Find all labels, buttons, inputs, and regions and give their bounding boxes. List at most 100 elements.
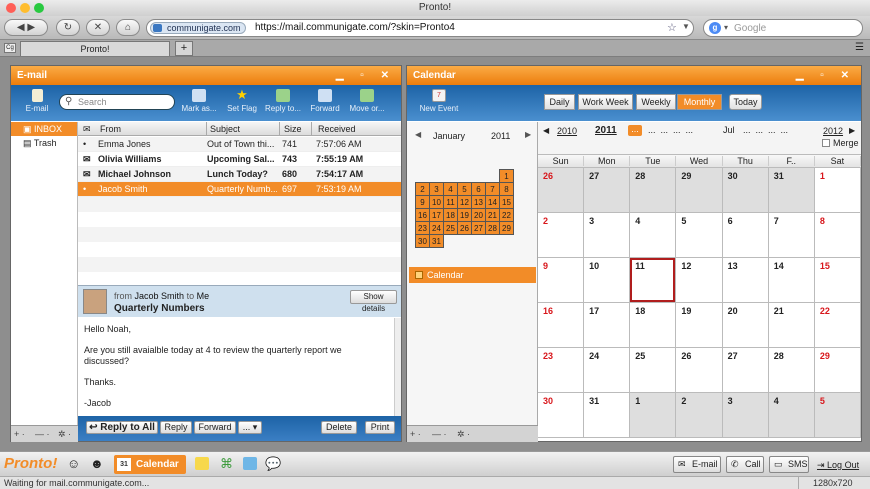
calendar-day-cell[interactable]: 15 bbox=[814, 258, 861, 303]
delete-button[interactable]: Delete bbox=[321, 421, 357, 434]
mini-day[interactable]: 31 bbox=[429, 234, 444, 248]
email-dock-button[interactable]: ✉ E-mail bbox=[673, 456, 721, 473]
remove-calendar-button[interactable]: — · bbox=[432, 426, 447, 442]
mini-day[interactable]: 21 bbox=[485, 208, 500, 222]
calendar-day-cell[interactable]: 21 bbox=[768, 303, 815, 348]
mini-day[interactable]: 30 bbox=[415, 234, 430, 248]
calendar-day-cell[interactable]: 28 bbox=[630, 168, 677, 213]
column-from[interactable]: From bbox=[100, 122, 121, 136]
today-button[interactable]: Today bbox=[729, 94, 762, 110]
merge-checkbox[interactable] bbox=[822, 139, 830, 147]
view-work-week-button[interactable]: Work Week bbox=[578, 94, 633, 110]
mini-day[interactable]: 27 bbox=[471, 221, 486, 235]
selected-month-marker[interactable]: ... bbox=[628, 125, 642, 136]
mini-day[interactable]: 15 bbox=[499, 195, 514, 209]
calendar-day-cell[interactable]: 29 bbox=[814, 348, 861, 393]
column-received[interactable]: Received bbox=[311, 122, 356, 136]
contacts-icon[interactable]: ☺ bbox=[67, 456, 80, 471]
mini-day[interactable]: 1 bbox=[499, 169, 514, 183]
calendar-day-cell[interactable]: 20 bbox=[722, 303, 769, 348]
mini-prev-icon[interactable]: ◀ bbox=[415, 130, 421, 139]
panel-window-controls[interactable]: ▁ ▫ ✕ bbox=[336, 66, 396, 85]
mini-day[interactable]: 8 bbox=[499, 182, 514, 196]
message-row[interactable]: • Jacob Smith Quarterly Numb... 697 7:53:19 … bbox=[78, 182, 401, 197]
view-weekly-button[interactable]: Weekly bbox=[636, 94, 676, 110]
share-icon[interactable]: ⌘ bbox=[220, 456, 233, 472]
mini-day[interactable]: 14 bbox=[485, 195, 500, 209]
reply-all-button[interactable]: ↩ Reply to All bbox=[86, 421, 158, 434]
mini-day[interactable]: 18 bbox=[443, 208, 458, 222]
calendar-day-cell[interactable]: 28 bbox=[768, 348, 815, 393]
chat-icon[interactable]: 💬 bbox=[265, 456, 281, 472]
mini-day[interactable]: 13 bbox=[471, 195, 486, 209]
calendar-day-cell[interactable]: 25 bbox=[630, 348, 677, 393]
call-dock-button[interactable]: ✆ Call bbox=[726, 456, 764, 473]
mini-day[interactable]: 3 bbox=[429, 182, 444, 196]
zoom-window-button[interactable] bbox=[34, 3, 44, 13]
mini-day[interactable]: 5 bbox=[457, 182, 472, 196]
calendar-day-cell[interactable]: 6 bbox=[722, 213, 769, 258]
calendar-dock-tab[interactable]: 31 Calendar bbox=[114, 455, 186, 474]
folder-settings-button[interactable]: ✲ · bbox=[58, 426, 71, 442]
stop-button[interactable]: ✕ bbox=[86, 19, 110, 36]
mini-day[interactable]: 6 bbox=[471, 182, 486, 196]
next-year-icon[interactable]: ▶ bbox=[849, 126, 855, 135]
month-dots-2[interactable]: ... ... ... ... bbox=[743, 125, 788, 135]
prev-year-link[interactable]: 2010 bbox=[557, 126, 577, 136]
mini-day[interactable]: 28 bbox=[485, 221, 500, 235]
mini-day[interactable]: 25 bbox=[443, 221, 458, 235]
calendar-day-cell[interactable]: 23 bbox=[538, 348, 585, 393]
set-flag-button[interactable]: ★ Set Flag bbox=[224, 88, 260, 113]
mini-day[interactable]: 24 bbox=[429, 221, 444, 235]
calendar-day-cell[interactable]: 5 bbox=[814, 393, 861, 438]
calendar-day-cell[interactable]: 8 bbox=[814, 213, 861, 258]
more-actions-button[interactable]: ... ▾ bbox=[238, 421, 262, 434]
email-search-input[interactable]: ⚲ Search bbox=[59, 94, 175, 110]
calendar-day-cell[interactable]: 4 bbox=[630, 213, 677, 258]
forward-button[interactable]: Forward bbox=[307, 89, 343, 113]
calendar-day-cell[interactable]: 22 bbox=[814, 303, 861, 348]
mini-day[interactable]: 11 bbox=[443, 195, 458, 209]
calendar-day-cell[interactable]: 24 bbox=[584, 348, 631, 393]
move-or-copy-button[interactable]: Move or... bbox=[349, 89, 385, 113]
search-engine-dropdown-icon[interactable]: ▾ bbox=[724, 23, 728, 32]
url-text[interactable]: https://mail.communigate.com/?skin=Pront… bbox=[255, 22, 455, 33]
email-compose-button[interactable]: E-mail bbox=[19, 89, 55, 113]
calendar-day-cell[interactable]: 26 bbox=[676, 348, 723, 393]
calendar-panel-header[interactable]: Calendar ▁ ▫ ✕ bbox=[407, 66, 861, 85]
mini-day[interactable]: 7 bbox=[485, 182, 500, 196]
back-forward-buttons[interactable]: ◀ ▶ bbox=[4, 19, 48, 36]
site-identity-badge[interactable]: communigate.com bbox=[150, 22, 246, 34]
next-year-link[interactable]: 2012 bbox=[823, 126, 843, 136]
mini-day[interactable]: 23 bbox=[415, 221, 430, 235]
mini-day[interactable]: 20 bbox=[471, 208, 486, 222]
address-bar[interactable]: communigate.com https://mail.communigate… bbox=[146, 19, 694, 37]
folder-trash[interactable]: ▤ Trash bbox=[11, 136, 77, 150]
mini-day[interactable]: 17 bbox=[429, 208, 444, 222]
tab-pronto[interactable]: Pronto! bbox=[20, 41, 170, 56]
message-row[interactable]: ✉ Olivia Williams Upcoming Sal... 743 7:55:1… bbox=[78, 152, 401, 167]
calendar-day-cell[interactable]: 2 bbox=[538, 213, 585, 258]
search-field[interactable]: g ▾ Google bbox=[703, 19, 863, 37]
reply-button[interactable]: Reply bbox=[160, 421, 192, 434]
view-monthly-button[interactable]: Monthly bbox=[677, 94, 722, 110]
minimize-window-button[interactable] bbox=[20, 3, 30, 13]
search-placeholder[interactable]: Google bbox=[734, 23, 766, 34]
calendar-day-cell[interactable]: 10 bbox=[584, 258, 631, 303]
calendar-day-cell[interactable]: 27 bbox=[722, 348, 769, 393]
current-year[interactable]: 2011 bbox=[595, 125, 617, 136]
column-subject[interactable]: Subject bbox=[206, 122, 240, 136]
mini-day[interactable]: 12 bbox=[457, 195, 472, 209]
message-scrollbar[interactable] bbox=[394, 318, 401, 416]
mini-day[interactable]: 26 bbox=[457, 221, 472, 235]
close-window-button[interactable] bbox=[6, 3, 16, 13]
view-daily-button[interactable]: Daily bbox=[544, 94, 575, 110]
print-button[interactable]: Print bbox=[365, 421, 395, 434]
email-panel-header[interactable]: E-mail ▁ ▫ ✕ bbox=[11, 66, 401, 85]
add-folder-button[interactable]: + · bbox=[14, 426, 25, 442]
calendar-day-cell[interactable]: 18 bbox=[630, 303, 677, 348]
history-dropdown-icon[interactable]: ▼ bbox=[682, 22, 690, 31]
logout-link[interactable]: ⇥ Log Out bbox=[817, 460, 859, 471]
prev-year-icon[interactable]: ◀ bbox=[543, 126, 549, 135]
reload-button[interactable]: ↻ bbox=[56, 19, 80, 36]
